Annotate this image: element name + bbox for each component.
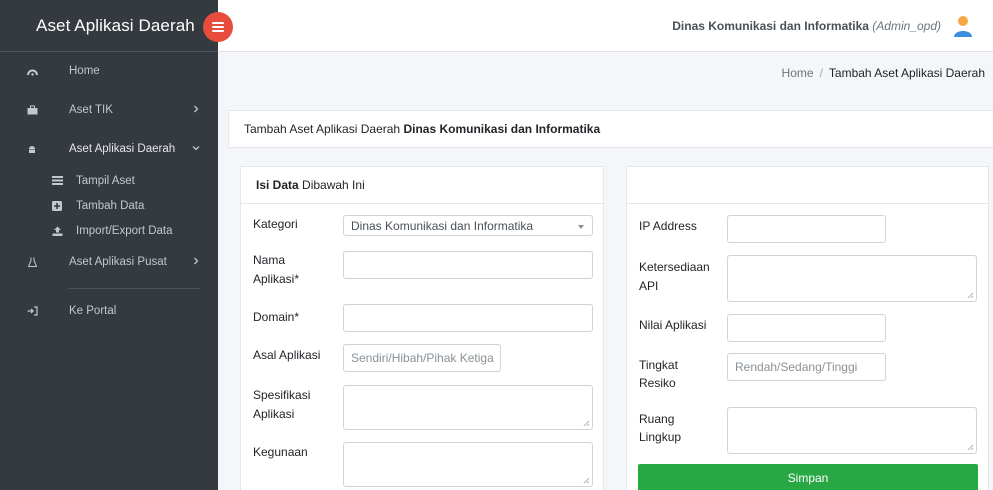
sidebar-item-label: Ke Portal	[69, 305, 117, 317]
plus-square-icon	[52, 200, 64, 211]
sidebar-item-aset-aplikasi-pusat[interactable]: Aset Aplikasi Pusat	[0, 249, 218, 275]
tingkat-resiko-label-line2: Resiko	[639, 376, 676, 390]
asal-aplikasi-label: Asal Aplikasi	[253, 348, 321, 362]
ruang-lingkup-label-line2: Lingkup	[639, 430, 682, 444]
resize-grip-icon[interactable]	[583, 477, 590, 484]
ip-address-input[interactable]	[727, 215, 886, 243]
sidebar-item-label: Home	[69, 65, 100, 77]
kategori-label: Kategori	[253, 217, 298, 231]
chevron-down-icon	[192, 146, 200, 151]
nama-aplikasi-label-line2: Aplikasi*	[253, 272, 300, 286]
ketersediaan-api-label-line1: Ketersediaan	[639, 260, 710, 274]
user-role: (Admin_opd)	[872, 18, 941, 33]
brand[interactable]: Aset Aplikasi Daerah	[0, 0, 233, 52]
save-button[interactable]: Simpan	[638, 464, 978, 490]
sidebar-item-label: Aset Aplikasi Daerah	[69, 143, 176, 155]
sidebar-subitem-tambah-data[interactable]: Tambah Data	[0, 193, 218, 218]
kategori-select-value: Dinas Komunikasi dan Informatika	[351, 218, 534, 233]
dropdown-arrow-icon	[578, 225, 584, 229]
resize-grip-icon[interactable]	[967, 292, 974, 299]
ketersediaan-api-textarea[interactable]	[727, 255, 977, 302]
top-navbar: Dinas Komunikasi dan Informatika (Admin_…	[218, 0, 993, 52]
user-menu[interactable]: Dinas Komunikasi dan Informatika (Admin_…	[672, 15, 973, 37]
sidebar-item-ke-portal[interactable]: Ke Portal	[0, 298, 218, 324]
form-card-left: Isi Data Dibawah Ini Kategori Dinas Komu…	[240, 166, 604, 490]
breadcrumb-separator: /	[819, 66, 823, 80]
sidebar-subitem-import-export[interactable]: Import/Export Data	[0, 218, 218, 243]
form-card-header	[627, 167, 988, 204]
breadcrumb-current: Tambah Aset Aplikasi Daerah	[828, 66, 985, 80]
dashboard-icon	[26, 65, 38, 77]
android-icon	[26, 143, 38, 155]
nilai-aplikasi-label: Nilai Aplikasi	[639, 318, 707, 332]
domain-label: Domain*	[253, 310, 300, 324]
resize-grip-icon[interactable]	[967, 444, 974, 451]
page-title-card: Tambah Aset Aplikasi Daerah Dinas Komuni…	[228, 110, 993, 148]
user-org-name: Dinas Komunikasi dan Informatika	[672, 18, 869, 33]
upload-icon	[52, 226, 64, 236]
list-icon	[52, 176, 64, 185]
flask-icon	[26, 256, 38, 268]
ip-address-label: IP Address	[639, 219, 697, 233]
sidebar-toggle-button[interactable]	[203, 12, 233, 42]
page-title-prefix: Tambah Aset Aplikasi Daerah	[244, 122, 401, 136]
kategori-select[interactable]: Dinas Komunikasi dan Informatika	[343, 215, 593, 236]
tingkat-resiko-input[interactable]: Rendah/Sedang/Tinggi	[727, 353, 886, 381]
briefcase-icon	[26, 104, 38, 116]
sidebar-subitem-tampil-aset[interactable]: Tampil Aset	[0, 168, 218, 193]
form-card-right: IP Address Ketersediaan API Nilai Aplika…	[626, 166, 989, 490]
sidebar: Aset Aplikasi Daerah Home Aset TIK Aset …	[0, 0, 233, 490]
ketersediaan-api-label-line2: API	[639, 279, 659, 293]
domain-input[interactable]	[343, 304, 593, 332]
sidebar-item-label: Aset TIK	[69, 104, 113, 116]
menu-icon	[212, 22, 224, 32]
chevron-right-icon	[194, 105, 199, 113]
sidebar-item-aset-tik[interactable]: Aset TIK	[0, 97, 218, 123]
sidebar-subitem-label: Import/Export Data	[76, 224, 173, 237]
asal-aplikasi-input[interactable]: Sendiri/Hibah/Pihak Ketiga	[343, 344, 501, 372]
kegunaan-textarea[interactable]	[343, 442, 593, 487]
breadcrumb: Home / Tambah Aset Aplikasi Daerah	[218, 52, 993, 94]
form-card-header: Isi Data Dibawah Ini	[241, 167, 603, 204]
nilai-aplikasi-input[interactable]	[727, 314, 886, 342]
card-header-bold: Isi Data	[256, 178, 299, 192]
sidebar-nav: Home Aset TIK Aset Aplikasi Daerah Tampi…	[0, 52, 218, 324]
sidebar-item-label: Aset Aplikasi Pusat	[69, 256, 167, 268]
sign-in-icon	[26, 305, 38, 317]
chevron-right-icon	[194, 257, 199, 265]
sidebar-subitem-label: Tambah Data	[76, 199, 145, 212]
page-title-org: Dinas Komunikasi dan Informatika	[403, 122, 601, 136]
breadcrumb-home-link[interactable]: Home	[782, 66, 814, 80]
spesifikasi-textarea[interactable]	[343, 385, 593, 430]
nama-aplikasi-input[interactable]	[343, 251, 593, 279]
kegunaan-label: Kegunaan	[253, 445, 308, 459]
card-header-text: Dibawah Ini	[302, 178, 365, 192]
user-avatar-icon	[953, 15, 973, 37]
sidebar-item-home[interactable]: Home	[0, 58, 218, 84]
sidebar-item-aset-aplikasi-daerah[interactable]: Aset Aplikasi Daerah	[0, 136, 218, 162]
resize-grip-icon[interactable]	[583, 420, 590, 427]
spesifikasi-label-line1: Spesifikasi	[253, 388, 311, 402]
sidebar-divider	[68, 288, 200, 289]
tingkat-resiko-label-line1: Tingkat	[639, 358, 678, 372]
ruang-lingkup-textarea[interactable]	[727, 407, 977, 454]
nama-aplikasi-label-line1: Nama	[253, 253, 286, 267]
sidebar-subitem-label: Tampil Aset	[76, 174, 135, 187]
ruang-lingkup-label-line1: Ruang	[639, 412, 675, 426]
brand-title: Aset Aplikasi Daerah	[36, 15, 195, 35]
spesifikasi-label-line2: Aplikasi	[253, 407, 295, 421]
